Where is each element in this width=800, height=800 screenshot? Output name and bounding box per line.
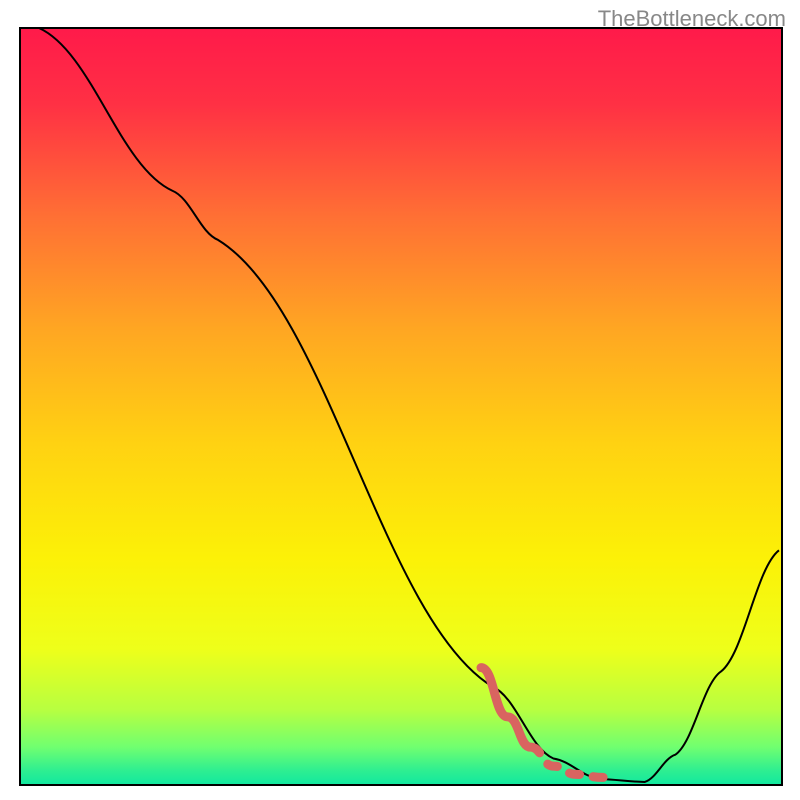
- chart-container: TheBottleneck.com: [0, 0, 800, 800]
- plot-background: [20, 28, 782, 785]
- watermark-text: TheBottleneck.com: [598, 6, 786, 32]
- chart-svg: [0, 0, 800, 800]
